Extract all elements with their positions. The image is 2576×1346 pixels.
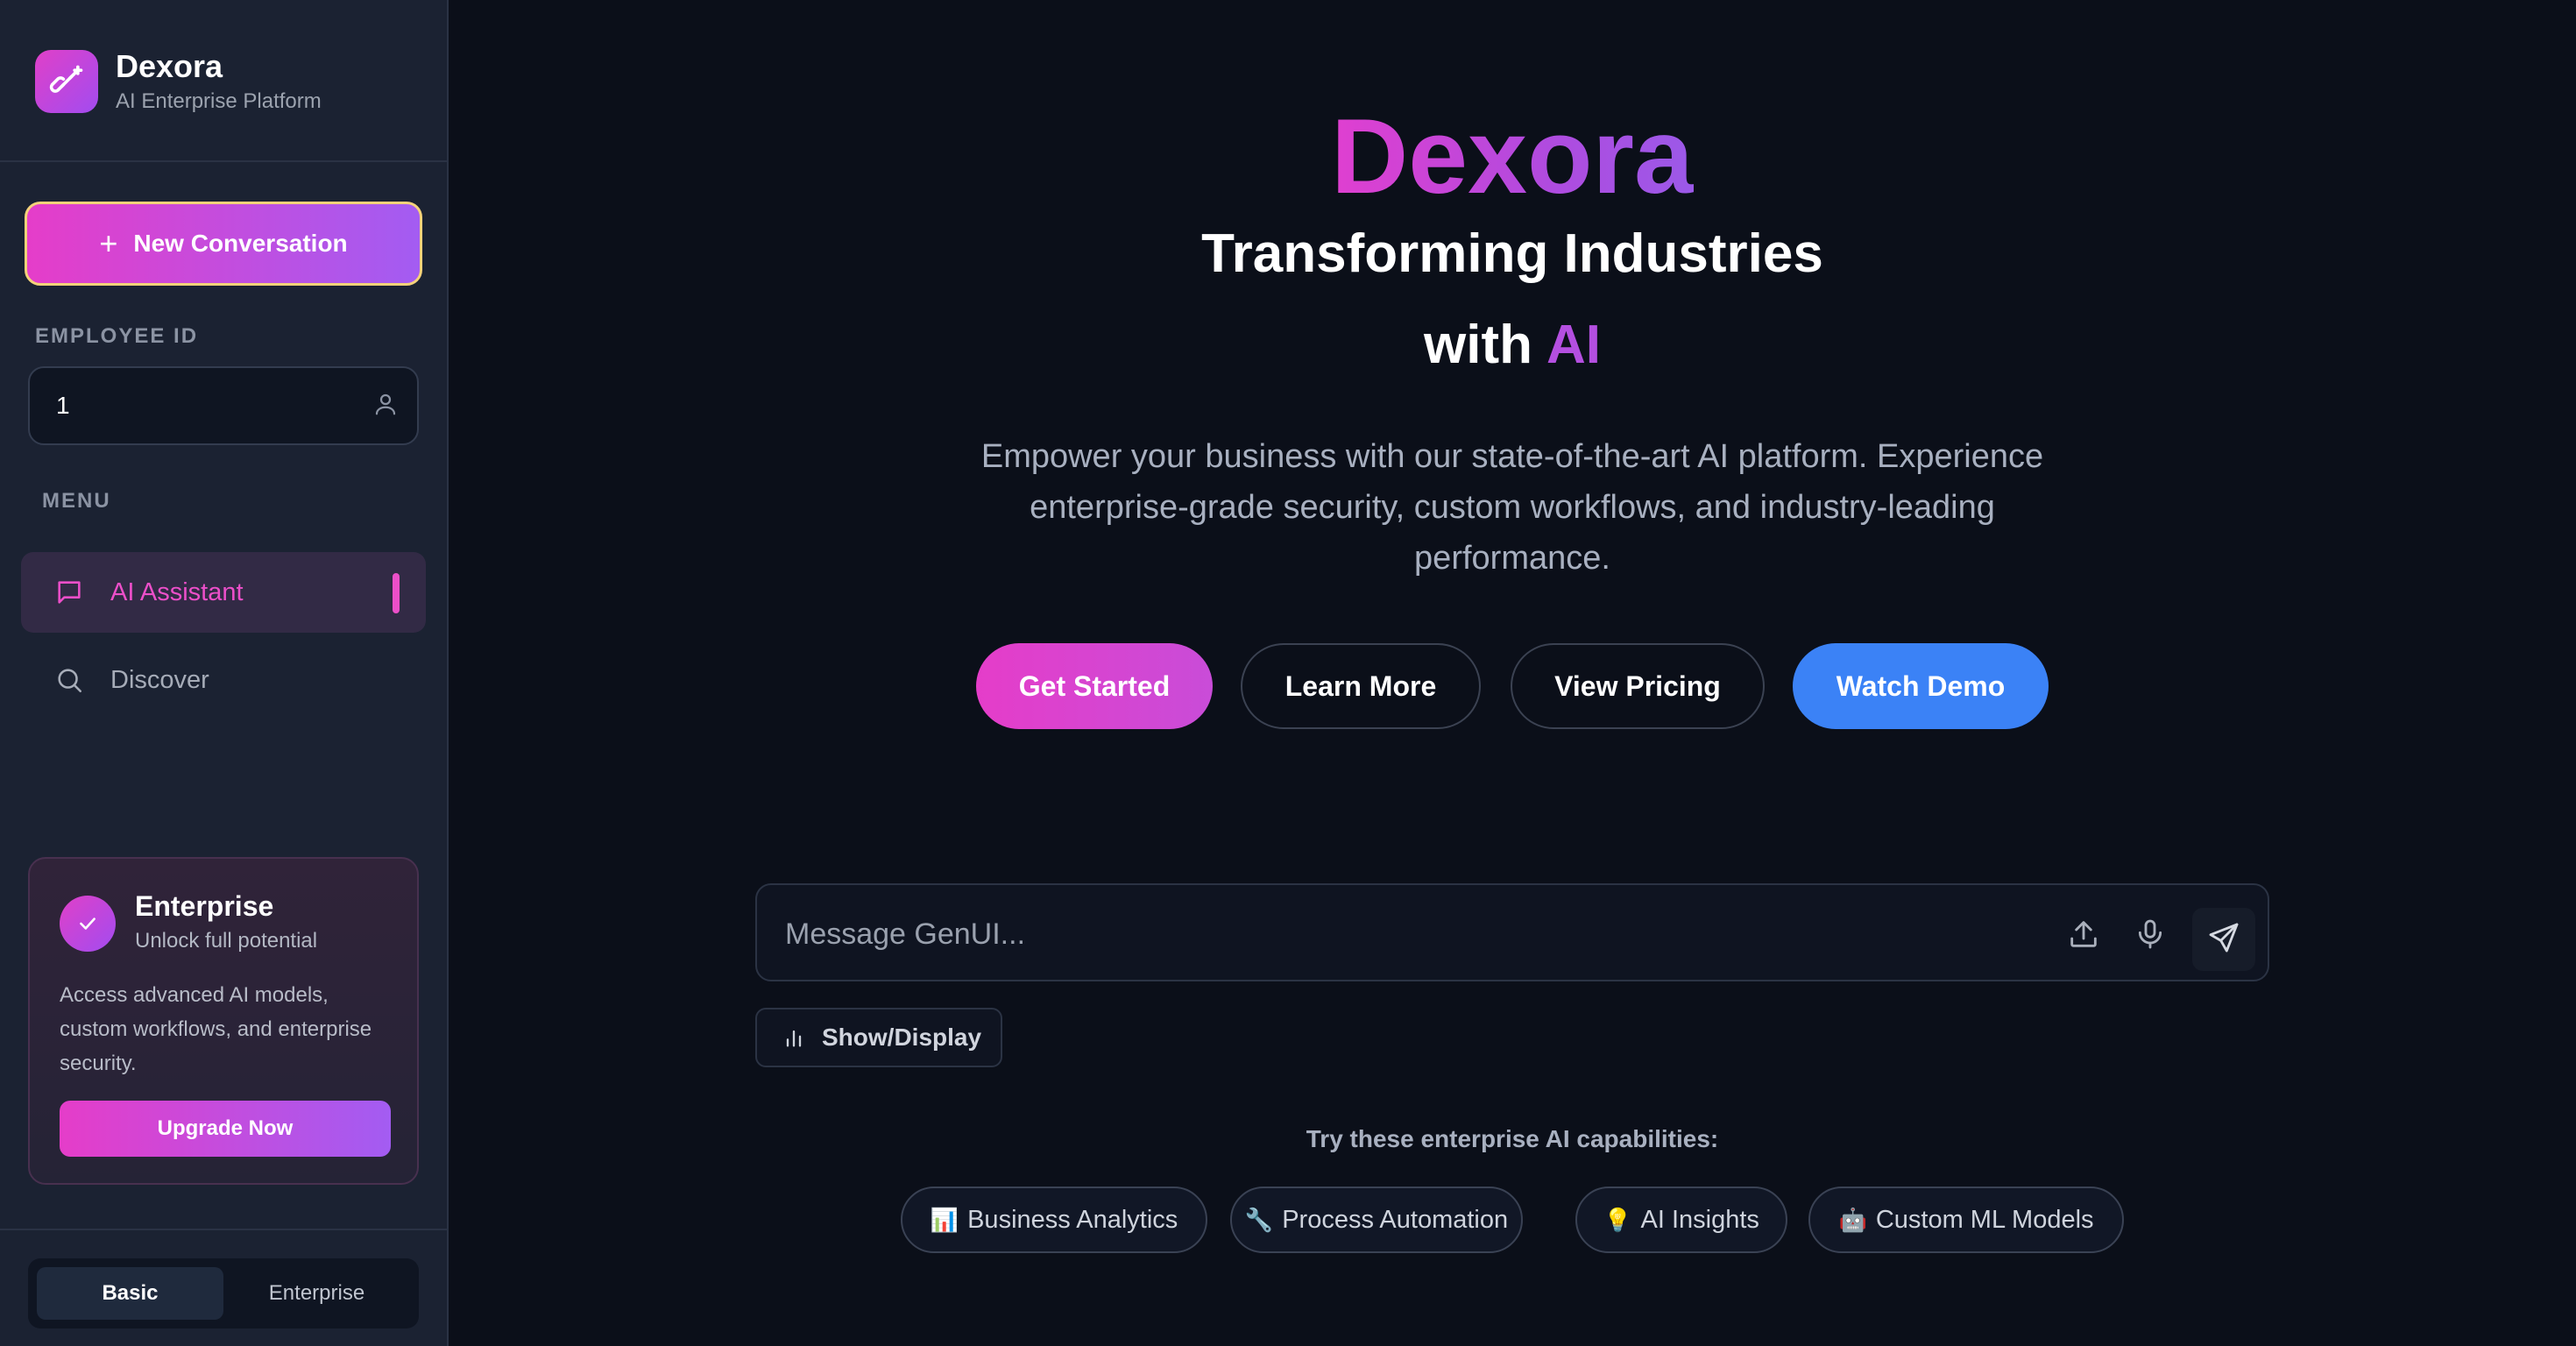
divider bbox=[0, 160, 447, 162]
get-started-button[interactable]: Get Started bbox=[976, 643, 1213, 729]
plan-toggle: Basic Enterprise bbox=[28, 1258, 419, 1328]
sidebar: Dexora AI Enterprise Platform + New Conv… bbox=[0, 0, 449, 1346]
show-display-button[interactable]: Show/Display bbox=[755, 1008, 1002, 1067]
hero-subtitle-prefix: with bbox=[1424, 315, 1532, 375]
brand-logo-icon bbox=[35, 50, 98, 113]
chip-label: AI Insights bbox=[1640, 1205, 1759, 1234]
enterprise-title: Enterprise bbox=[135, 890, 274, 922]
brand[interactable]: Dexora AI Enterprise Platform bbox=[35, 47, 322, 116]
hero-subtitle-line1: Transforming Industries bbox=[1201, 223, 1823, 284]
enterprise-subtitle: Unlock full potential bbox=[135, 929, 318, 953]
menu-label: MENU bbox=[42, 489, 111, 513]
new-conversation-button[interactable]: + New Conversation bbox=[25, 202, 422, 286]
nav-item-label: Discover bbox=[110, 665, 209, 694]
new-conversation-label: New Conversation bbox=[133, 230, 348, 257]
chip-label: Custom ML Models bbox=[1875, 1205, 2094, 1234]
check-icon bbox=[60, 896, 116, 952]
employee-id-field[interactable] bbox=[28, 366, 419, 445]
nav-item-ai-assistant[interactable]: AI Assistant bbox=[21, 552, 426, 633]
robot-emoji-icon: 🤖 bbox=[1838, 1206, 1867, 1233]
send-icon bbox=[2206, 920, 2241, 960]
main-content: Dexora Transforming Industries with AI Em… bbox=[449, 0, 2576, 1346]
lightbulb-emoji-icon: 💡 bbox=[1603, 1206, 1632, 1233]
show-display-label: Show/Display bbox=[822, 1024, 982, 1051]
chip-custom-ml-models[interactable]: 🤖 Custom ML Models bbox=[1808, 1187, 2124, 1253]
send-button[interactable] bbox=[2192, 908, 2255, 971]
watch-demo-button[interactable]: Watch Demo bbox=[1793, 643, 2049, 729]
upgrade-now-button[interactable]: Upgrade Now bbox=[60, 1101, 391, 1157]
hero-title-text: Dexora bbox=[1331, 96, 1694, 216]
message-input[interactable] bbox=[785, 908, 1924, 960]
brand-name: Dexora bbox=[116, 48, 223, 84]
enterprise-card: Enterprise Unlock full potential Access … bbox=[28, 857, 419, 1185]
active-indicator bbox=[393, 573, 400, 613]
brand-subtitle: AI Enterprise Platform bbox=[116, 89, 322, 113]
chip-process-automation[interactable]: 🔧 Process Automation bbox=[1230, 1187, 1523, 1253]
search-icon bbox=[54, 664, 86, 696]
cta-buttons: Get Started Learn More View Pricing Watc… bbox=[449, 643, 2576, 729]
chip-business-analytics[interactable]: 📊 Business Analytics bbox=[901, 1187, 1207, 1253]
suggestions-label: Try these enterprise AI capabilities: bbox=[1306, 1125, 1719, 1152]
hero-description: Empower your business with our state-of-… bbox=[980, 438, 2044, 577]
hero-title: Dexora bbox=[449, 95, 2576, 217]
chip-label: Process Automation bbox=[1282, 1205, 1509, 1234]
view-pricing-button[interactable]: View Pricing bbox=[1511, 643, 1765, 729]
plus-icon: + bbox=[99, 225, 118, 261]
plan-option-basic[interactable]: Basic bbox=[37, 1267, 223, 1320]
divider bbox=[0, 1229, 447, 1230]
microphone-icon[interactable] bbox=[2129, 913, 2171, 955]
nav-item-label: AI Assistant bbox=[110, 577, 244, 606]
chart-emoji-icon: 📊 bbox=[930, 1206, 959, 1233]
message-composer bbox=[755, 883, 2269, 981]
wrench-emoji-icon: 🔧 bbox=[1244, 1206, 1274, 1233]
hero-subtitle-line2: with AI bbox=[449, 310, 2576, 380]
chip-ai-insights[interactable]: 💡 AI Insights bbox=[1575, 1187, 1787, 1253]
upload-icon[interactable] bbox=[2063, 913, 2105, 955]
enterprise-description: Access advanced AI models, custom workfl… bbox=[60, 983, 372, 1075]
nav-item-discover[interactable]: Discover bbox=[21, 640, 426, 720]
bar-chart-icon bbox=[782, 1025, 806, 1050]
employee-id-label: EMPLOYEE ID bbox=[35, 324, 199, 348]
chip-label: Business Analytics bbox=[967, 1205, 1178, 1234]
hero-subtitle-highlight: AI bbox=[1546, 315, 1601, 375]
app-root: Dexora AI Enterprise Platform + New Conv… bbox=[0, 0, 2576, 1346]
chat-bubble-icon bbox=[54, 577, 86, 608]
user-icon bbox=[372, 391, 399, 422]
plan-option-enterprise[interactable]: Enterprise bbox=[223, 1267, 410, 1320]
employee-id-input[interactable] bbox=[56, 392, 372, 420]
learn-more-button[interactable]: Learn More bbox=[1241, 643, 1481, 729]
